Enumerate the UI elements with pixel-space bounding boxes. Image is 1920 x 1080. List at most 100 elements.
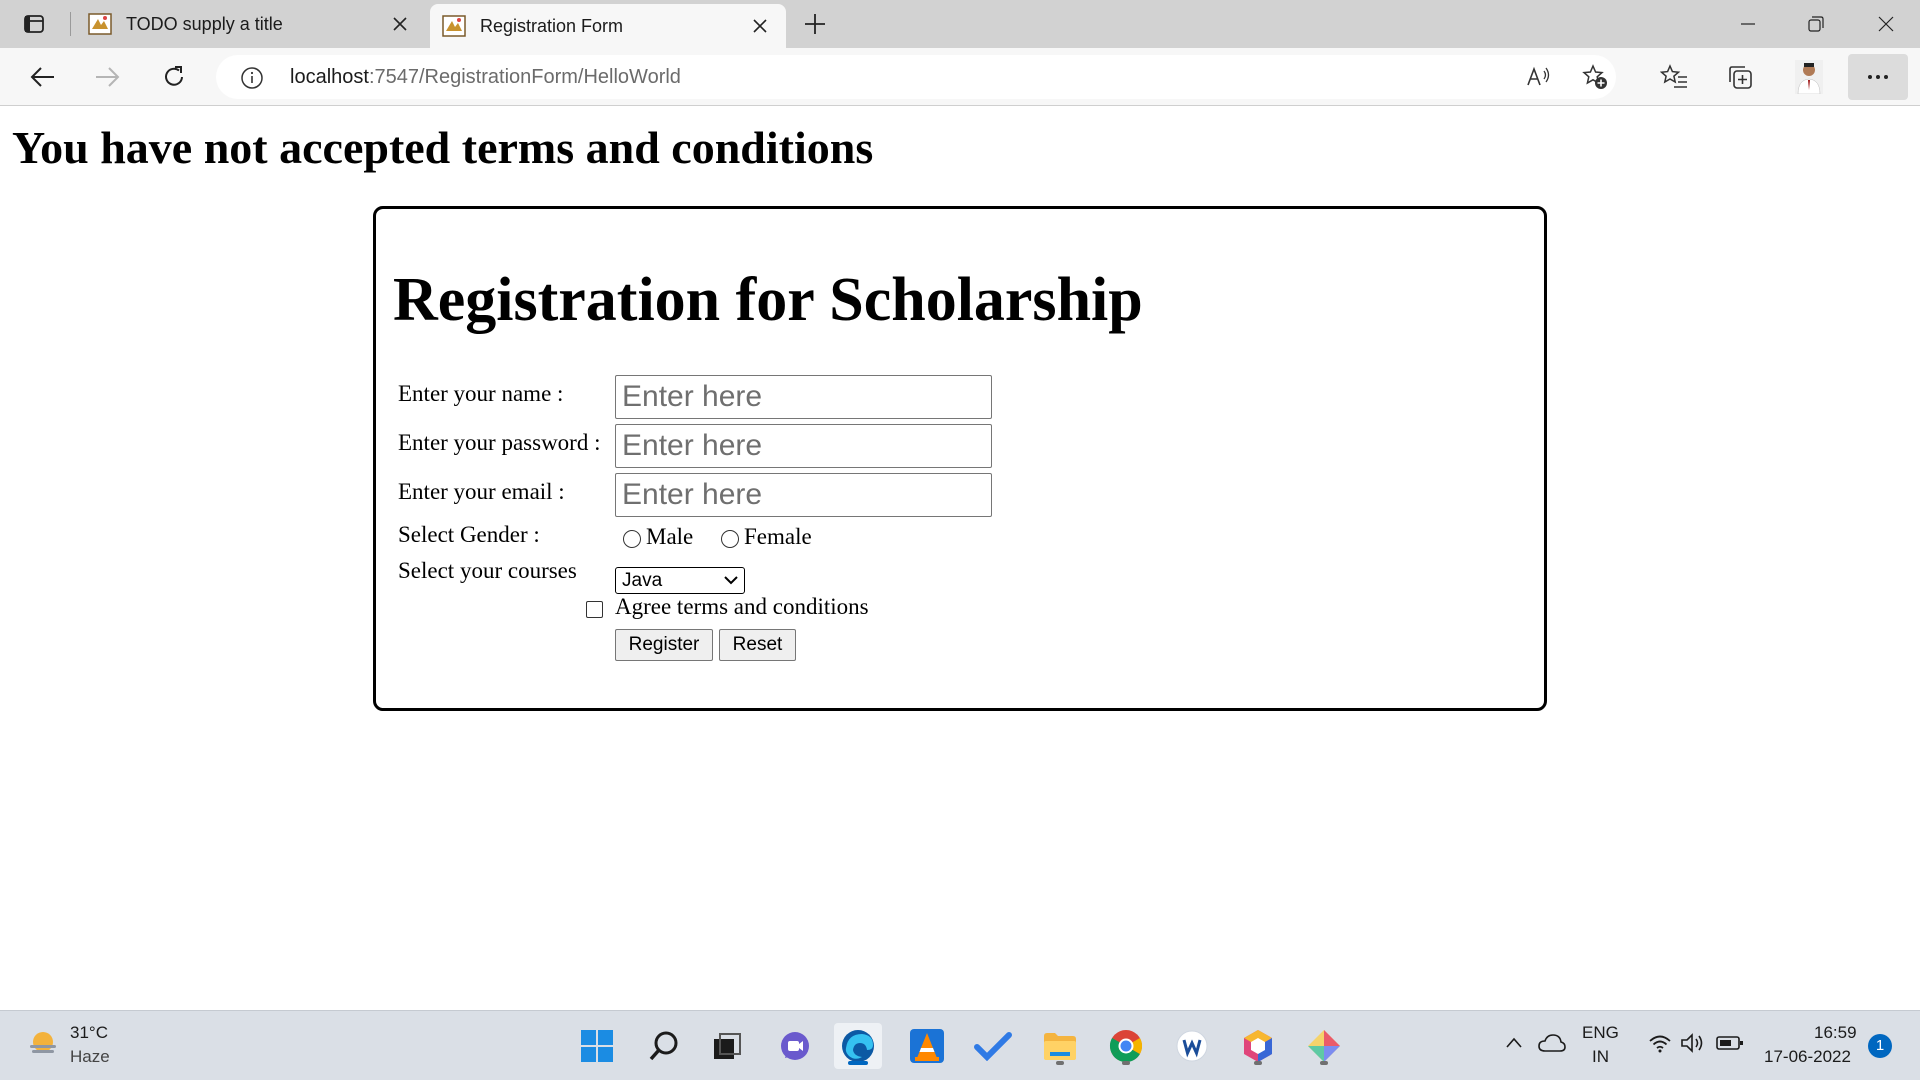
star-add-icon xyxy=(1582,64,1607,89)
address-bar[interactable]: localhost:7547/RegistrationForm/HelloWor… xyxy=(216,55,1616,99)
file-explorer-taskbar-button[interactable] xyxy=(1036,1023,1084,1069)
clock-time[interactable]: 16:59 xyxy=(1814,1023,1857,1043)
tab-title: TODO supply a title xyxy=(126,13,283,34)
refresh-button[interactable] xyxy=(154,57,194,97)
url-host: localhost xyxy=(290,66,369,88)
arrow-left-icon xyxy=(30,67,54,87)
task-view-button[interactable] xyxy=(703,1023,751,1069)
web-page: You have not accepted terms and conditio… xyxy=(0,107,1920,1010)
close-icon xyxy=(1878,16,1894,32)
window-close-button[interactable] xyxy=(1852,0,1920,48)
tab-title: Registration Form xyxy=(480,15,624,36)
tab-actions-button[interactable] xyxy=(14,9,54,39)
gender-male-label: Male xyxy=(646,524,694,549)
clock-date[interactable]: 17-06-2022 xyxy=(1764,1047,1851,1067)
vlc-cone-icon xyxy=(910,1029,944,1063)
back-button[interactable] xyxy=(22,57,62,97)
favorites-button[interactable] xyxy=(1654,57,1694,97)
battery-icon[interactable] xyxy=(1716,1033,1744,1053)
agree-terms-checkbox[interactable] xyxy=(586,601,603,618)
info-icon[interactable] xyxy=(240,66,264,90)
terms-alert-heading: You have not accepted terms and conditio… xyxy=(12,122,874,173)
agree-terms-label: Agree terms and conditions xyxy=(615,594,869,619)
profile-button[interactable] xyxy=(1789,57,1829,97)
reset-button[interactable]: Reset xyxy=(719,629,796,661)
chevron-down-icon xyxy=(724,576,738,585)
tab-close-button[interactable] xyxy=(384,8,416,40)
chrome-taskbar-button[interactable] xyxy=(1102,1023,1150,1069)
search-icon xyxy=(649,1031,678,1061)
courses-label: Select your courses xyxy=(398,558,577,583)
minimize-button[interactable] xyxy=(1714,0,1782,48)
start-button[interactable] xyxy=(573,1023,621,1069)
form-title: Registration for Scholarship xyxy=(393,266,1143,334)
tab-registration-form[interactable]: Registration Form xyxy=(430,4,786,48)
restore-button[interactable] xyxy=(1782,0,1850,48)
ellipsis-icon xyxy=(1868,75,1888,79)
browser-toolbar: localhost:7547/RegistrationForm/HelloWor… xyxy=(0,48,1920,106)
language-indicator[interactable]: ENG xyxy=(1582,1023,1619,1043)
tab-todo[interactable]: TODO supply a title xyxy=(76,0,426,48)
name-input[interactable] xyxy=(615,375,992,419)
gender-male-radio[interactable] xyxy=(623,530,641,548)
chevron-up-icon[interactable] xyxy=(1504,1033,1524,1053)
url-path: :7547/RegistrationForm/HelloWorld xyxy=(368,66,681,88)
tab-close-button[interactable] xyxy=(744,10,776,42)
collections-icon xyxy=(1729,66,1752,89)
folder-icon xyxy=(1044,1033,1076,1060)
taskbar-search-button[interactable] xyxy=(640,1023,688,1069)
hexagon-app-taskbar-button[interactable] xyxy=(1234,1023,1282,1069)
gender-label: Select Gender : xyxy=(398,522,540,547)
gender-female-label: Female xyxy=(744,524,812,549)
name-label: Enter your name : xyxy=(398,381,564,406)
weather-haze-icon[interactable] xyxy=(28,1029,58,1059)
weather-temperature[interactable]: 31°C xyxy=(70,1023,108,1043)
checkmark-icon xyxy=(974,1032,1012,1061)
running-app-indicator xyxy=(1254,1061,1262,1065)
todo-taskbar-button[interactable] xyxy=(969,1023,1017,1069)
windows-logo-icon xyxy=(581,1030,613,1062)
word-app-taskbar-button[interactable] xyxy=(1168,1023,1216,1069)
vlc-taskbar-button[interactable] xyxy=(903,1023,951,1069)
tab-actions-icon xyxy=(24,15,44,33)
diamond-app-taskbar-button[interactable] xyxy=(1300,1023,1348,1069)
teams-chat-button[interactable] xyxy=(771,1023,819,1069)
gender-female-radio[interactable] xyxy=(721,530,739,548)
input-region-indicator[interactable]: IN xyxy=(1592,1047,1609,1067)
onedrive-cloud-icon[interactable] xyxy=(1538,1033,1566,1053)
settings-more-button[interactable] xyxy=(1848,54,1908,100)
weather-condition[interactable]: Haze xyxy=(70,1047,110,1067)
task-view-icon xyxy=(714,1033,741,1059)
email-input[interactable] xyxy=(615,473,992,517)
notification-badge[interactable]: 1 xyxy=(1868,1034,1892,1058)
wifi-icon[interactable] xyxy=(1648,1033,1672,1053)
forward-button[interactable] xyxy=(88,57,128,97)
edge-taskbar-button[interactable] xyxy=(834,1023,882,1069)
active-app-indicator xyxy=(848,1061,868,1065)
diamond-app-icon xyxy=(1308,1030,1340,1062)
collections-button[interactable] xyxy=(1720,57,1760,97)
refresh-icon xyxy=(165,66,183,86)
url-text[interactable]: localhost:7547/RegistrationForm/HelloWor… xyxy=(290,66,681,89)
favorites-icon xyxy=(1660,64,1687,88)
password-input[interactable] xyxy=(615,424,992,468)
browser-tab-bar: TODO supply a title Registration Form xyxy=(0,0,1920,48)
register-button[interactable]: Register xyxy=(615,629,713,661)
running-app-indicator xyxy=(1056,1061,1064,1065)
read-aloud-icon xyxy=(1527,66,1550,86)
restore-icon xyxy=(1808,16,1824,32)
email-label: Enter your email : xyxy=(398,479,565,504)
volume-icon[interactable] xyxy=(1680,1033,1706,1053)
avatar-icon xyxy=(1795,60,1823,94)
netbeans-favicon-icon xyxy=(88,13,112,35)
netbeans-favicon-icon xyxy=(442,15,466,37)
add-favorite-button[interactable] xyxy=(1578,61,1612,93)
courses-selected-value: Java xyxy=(622,570,663,591)
read-aloud-button[interactable] xyxy=(1522,61,1556,93)
new-tab-button[interactable] xyxy=(798,8,832,40)
edge-browser-icon xyxy=(842,1030,874,1062)
registration-form: Registration for Scholarship Enter your … xyxy=(373,206,1547,711)
taskbar: 31°C Haze ENG IN 16:59 17-06-2022 1 xyxy=(0,1010,1920,1080)
chrome-browser-icon xyxy=(1109,1030,1143,1063)
courses-select[interactable]: Java xyxy=(615,567,745,594)
